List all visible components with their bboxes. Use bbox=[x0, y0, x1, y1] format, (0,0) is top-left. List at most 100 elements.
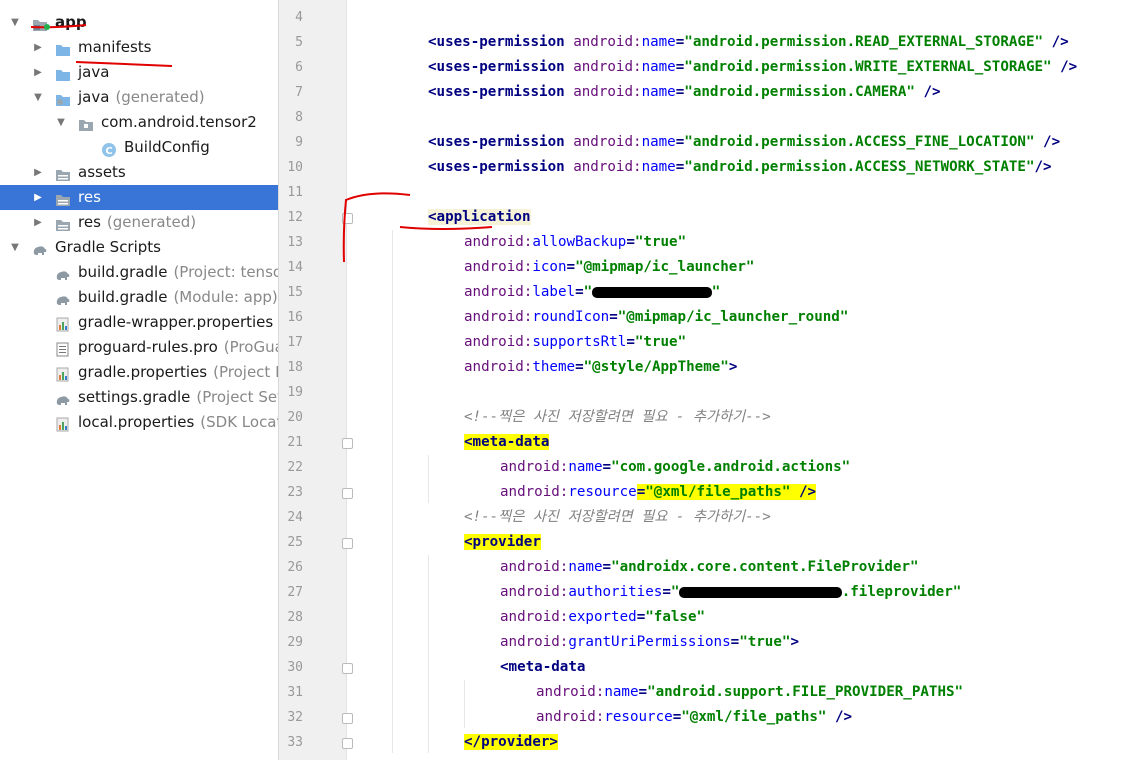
code-line[interactable]: android:name="androidx.core.content.File… bbox=[500, 555, 919, 580]
code-line[interactable]: android:grantUriPermissions="true"> bbox=[500, 630, 799, 655]
code-line[interactable]: android:roundIcon="@mipmap/ic_launcher_r… bbox=[464, 305, 848, 330]
xml-tag: = bbox=[602, 559, 612, 575]
xml-tag: > bbox=[790, 634, 799, 650]
tree-item-gradle-properties[interactable]: gradle.properties (Project Pro bbox=[0, 360, 278, 385]
chevron-down-icon[interactable]: ▼ bbox=[10, 235, 20, 260]
tree-item-proguard-rules-pro[interactable]: proguard-rules.pro (ProGuard bbox=[0, 335, 278, 360]
xml-tag: = bbox=[626, 234, 635, 250]
xml-tag: = bbox=[675, 34, 685, 50]
code-line[interactable]: android:exported="false" bbox=[500, 605, 705, 630]
tree-item-local-properties[interactable]: local.properties (SDK Location bbox=[0, 410, 278, 435]
line-number: 18 bbox=[287, 360, 303, 375]
chevron-right-icon[interactable]: ▶ bbox=[33, 35, 43, 60]
code-line[interactable]: <uses-permission android:name="android.p… bbox=[428, 55, 1077, 80]
fold-marker-icon[interactable] bbox=[342, 738, 353, 749]
code-line[interactable]: <meta-data bbox=[464, 430, 550, 455]
tree-item-build-gradle[interactable]: build.gradle (Module: app) bbox=[0, 285, 278, 310]
fold-marker-icon[interactable] bbox=[342, 438, 353, 449]
tree-item-java[interactable]: ▼ java (generated) bbox=[0, 85, 278, 110]
tree-item-gradle-scripts[interactable]: ▼ Gradle Scripts bbox=[0, 235, 278, 260]
code-line[interactable]: android:label=" " bbox=[464, 280, 720, 305]
indent-guide bbox=[392, 230, 393, 753]
fold-marker-icon[interactable] bbox=[342, 663, 353, 674]
xml-tag: </provider> bbox=[464, 734, 558, 750]
resource-folder-icon bbox=[55, 190, 71, 206]
tree-item-app[interactable]: ▼ app bbox=[0, 10, 278, 35]
xml-tag: = bbox=[602, 459, 612, 475]
resource-folder-icon bbox=[55, 165, 71, 181]
tree-item-manifests[interactable]: ▶ manifests bbox=[0, 35, 278, 60]
code-line[interactable]: <!--찍은 사진 저장할려면 필요 - 추가하기--> bbox=[464, 505, 771, 530]
code-line[interactable]: <uses-permission android:name="android.p… bbox=[428, 155, 1052, 180]
tree-item-hint: (Module: app) bbox=[173, 288, 278, 306]
code-line[interactable]: android:name="com.google.android.actions… bbox=[500, 455, 850, 480]
package-icon bbox=[78, 115, 94, 131]
code-line[interactable]: <uses-permission android:name="android.p… bbox=[428, 80, 941, 105]
chevron-right-icon[interactable]: ▶ bbox=[33, 185, 43, 210]
tree-item-com-android-tensor2[interactable]: ▼ com.android.tensor2 bbox=[0, 110, 278, 135]
tree-item-build-gradle[interactable]: build.gradle (Project: tensor2) bbox=[0, 260, 278, 285]
code-line[interactable]: </provider> bbox=[464, 730, 558, 755]
resource-folder-icon bbox=[55, 215, 71, 231]
tree-item-label: res bbox=[78, 213, 101, 231]
code-editor[interactable]: 4 5 6 7 8 9 10 11 12 13 14 15 16 17 18 19 20 21 22 23 24 25 26… bbox=[279, 0, 1127, 760]
xml-tag: = bbox=[730, 634, 740, 650]
chevron-right-icon[interactable]: ▶ bbox=[33, 160, 43, 185]
xml-value: "true" bbox=[739, 634, 791, 650]
code-line[interactable]: <application bbox=[428, 205, 531, 230]
code-line[interactable]: android:theme="@style/AppTheme"> bbox=[464, 355, 737, 380]
tree-item-label: settings.gradle bbox=[78, 388, 191, 406]
code-line[interactable]: android:supportsRtl="true" bbox=[464, 330, 686, 355]
fold-marker-icon[interactable] bbox=[342, 538, 353, 549]
chevron-down-icon[interactable]: ▼ bbox=[56, 110, 66, 135]
code-line[interactable]: <provider bbox=[464, 530, 541, 555]
tree-item-gradle-wrapper-properties[interactable]: gradle-wrapper.properties(Gr bbox=[0, 310, 278, 335]
tree-item-settings-gradle[interactable]: settings.gradle (Project Settin bbox=[0, 385, 278, 410]
xml-attribute: grantUriPermissions bbox=[568, 634, 731, 650]
code-line[interactable]: <uses-permission android:name="android.p… bbox=[428, 30, 1069, 55]
xml-tag: = bbox=[636, 609, 646, 625]
editor-gutter: 4 5 6 7 8 9 10 11 12 13 14 15 16 17 18 19 20 21 22 23 24 25 26… bbox=[279, 0, 353, 760]
code-line[interactable]: android:authorities=" .fileprovider" bbox=[500, 580, 961, 605]
xml-tag: = bbox=[675, 159, 685, 175]
fold-marker-icon[interactable] bbox=[342, 213, 353, 224]
line-number: 15 bbox=[287, 285, 303, 300]
chevron-down-icon[interactable]: ▼ bbox=[33, 85, 43, 110]
tree-item-java[interactable]: ▶ java bbox=[0, 60, 278, 85]
chevron-right-icon[interactable]: ▶ bbox=[33, 210, 43, 235]
tree-item-res[interactable]: ▶ res (generated) bbox=[0, 210, 278, 235]
code-line[interactable]: <uses-permission android:name="android.p… bbox=[428, 130, 1060, 155]
chevron-right-icon[interactable]: ▶ bbox=[33, 60, 43, 85]
code-line[interactable]: android:name="android.support.FILE_PROVI… bbox=[536, 680, 963, 705]
chevron-down-icon[interactable]: ▼ bbox=[10, 10, 20, 35]
xml-tag: = bbox=[575, 359, 584, 375]
tree-item-assets[interactable]: ▶ assets bbox=[0, 160, 278, 185]
xml-tag: > bbox=[728, 359, 738, 375]
tree-item-hint: (Project: tensor2) bbox=[173, 263, 278, 281]
fold-marker-icon[interactable] bbox=[342, 713, 353, 724]
code-line[interactable]: android:resource="@xml/file_paths" /> bbox=[500, 480, 817, 505]
line-number: 9 bbox=[295, 135, 303, 150]
tree-item-hint: (generated) bbox=[106, 213, 197, 231]
code-line[interactable]: <!--찍은 사진 저장할려면 필요 - 추가하기--> bbox=[464, 405, 771, 430]
line-number: 26 bbox=[287, 560, 303, 575]
code-line[interactable]: <meta-data bbox=[500, 655, 585, 680]
tree-item-buildconfig[interactable]: C BuildConfig bbox=[0, 135, 278, 160]
code-line[interactable]: android:icon="@mipmap/ic_launcher" bbox=[464, 255, 754, 280]
code-line[interactable]: android:allowBackup="true" bbox=[464, 230, 686, 255]
xml-value: "android.permission.READ_EXTERNAL_STORAG… bbox=[684, 34, 1044, 50]
fold-marker-icon[interactable] bbox=[342, 488, 353, 499]
text-file-icon bbox=[55, 340, 71, 357]
xml-value: "android.permission.WRITE_EXTERNAL_STORA… bbox=[684, 59, 1052, 75]
module-folder-icon bbox=[32, 15, 48, 31]
line-number: 31 bbox=[287, 685, 303, 700]
tree-item-res[interactable]: ▶ res bbox=[0, 185, 278, 210]
tree-item-label: proguard-rules.pro bbox=[78, 338, 218, 356]
xml-value: "android.permission.ACCESS_FINE_LOCATION… bbox=[684, 134, 1035, 150]
xml-tag: = bbox=[575, 284, 584, 300]
code-line[interactable]: android:resource="@xml/file_paths" /> bbox=[536, 705, 852, 730]
indent-guide bbox=[464, 680, 465, 728]
xml-tag: <uses-permission bbox=[428, 84, 574, 100]
xml-attribute: name bbox=[568, 459, 603, 475]
xml-tag: /> bbox=[1034, 159, 1052, 175]
